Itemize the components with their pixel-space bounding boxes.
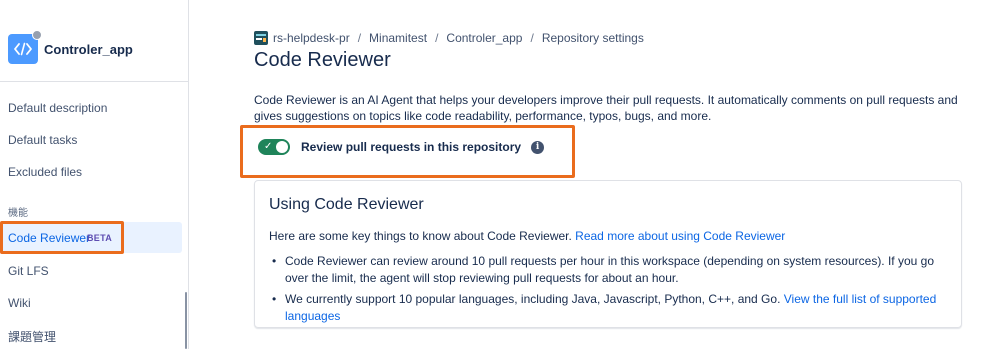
breadcrumb: rs-helpdesk-pr / Minamitest / Controler_… (254, 31, 644, 45)
breadcrumb-settings[interactable]: Repository settings (542, 31, 644, 45)
sidebar-item-default-tasks[interactable]: Default tasks (8, 133, 77, 147)
sidebar-item-git-lfs[interactable]: Git LFS (8, 264, 49, 278)
breadcrumb-separator: / (435, 31, 439, 45)
read-more-link[interactable]: Read more about using Code Reviewer (575, 229, 785, 243)
workspace-icon (254, 31, 268, 45)
page-title: Code Reviewer (254, 49, 391, 71)
bullet-text: We currently support 10 popular language… (285, 292, 781, 306)
card-title: Using Code Reviewer (269, 196, 424, 213)
card-intro-text: Here are some key things to know about C… (269, 229, 572, 243)
sidebar-scrollbar[interactable] (185, 292, 187, 349)
breadcrumb-separator: / (357, 31, 362, 45)
sidebar-section-features: 機能 (8, 208, 28, 219)
bullet-dot: • (272, 292, 277, 306)
breadcrumb-separator: / (530, 31, 534, 45)
bullet-dot: • (272, 254, 277, 268)
sidebar: Controler_app Default description Defaul… (0, 0, 189, 349)
lock-icon (32, 30, 42, 40)
breadcrumb-repository[interactable]: Controler_app (446, 31, 522, 45)
card-bullet-list: • Code Reviewer can review around 10 pul… (269, 253, 959, 329)
breadcrumb-project[interactable]: Minamitest (369, 31, 427, 45)
using-code-reviewer-card: Using Code Reviewer Here are some key th… (254, 180, 962, 328)
repo-name: Controler_app (44, 41, 133, 57)
sidebar-item-wiki[interactable]: Wiki (8, 296, 31, 310)
repo-header[interactable]: Controler_app (8, 30, 133, 64)
highlight-box-sidebar (0, 221, 124, 254)
card-intro: Here are some key things to know about C… (269, 229, 785, 243)
list-item: • We currently support 10 popular langua… (269, 291, 959, 325)
sidebar-item-issue-tracking[interactable]: 課題管理 (8, 328, 56, 345)
sidebar-item-excluded-files[interactable]: Excluded files (8, 165, 82, 179)
sidebar-item-default-description[interactable]: Default description (8, 101, 107, 115)
bullet-text: Code Reviewer can review around 10 pull … (285, 254, 935, 285)
repo-avatar (8, 30, 42, 64)
sidebar-divider (0, 81, 189, 82)
highlight-box-toggle (240, 125, 575, 178)
breadcrumb-workspace[interactable]: rs-helpdesk-pr (273, 31, 350, 45)
page-description: Code Reviewer is an AI Agent that helps … (254, 93, 958, 123)
list-item: • Code Reviewer can review around 10 pul… (269, 253, 959, 287)
code-icon (14, 42, 32, 56)
